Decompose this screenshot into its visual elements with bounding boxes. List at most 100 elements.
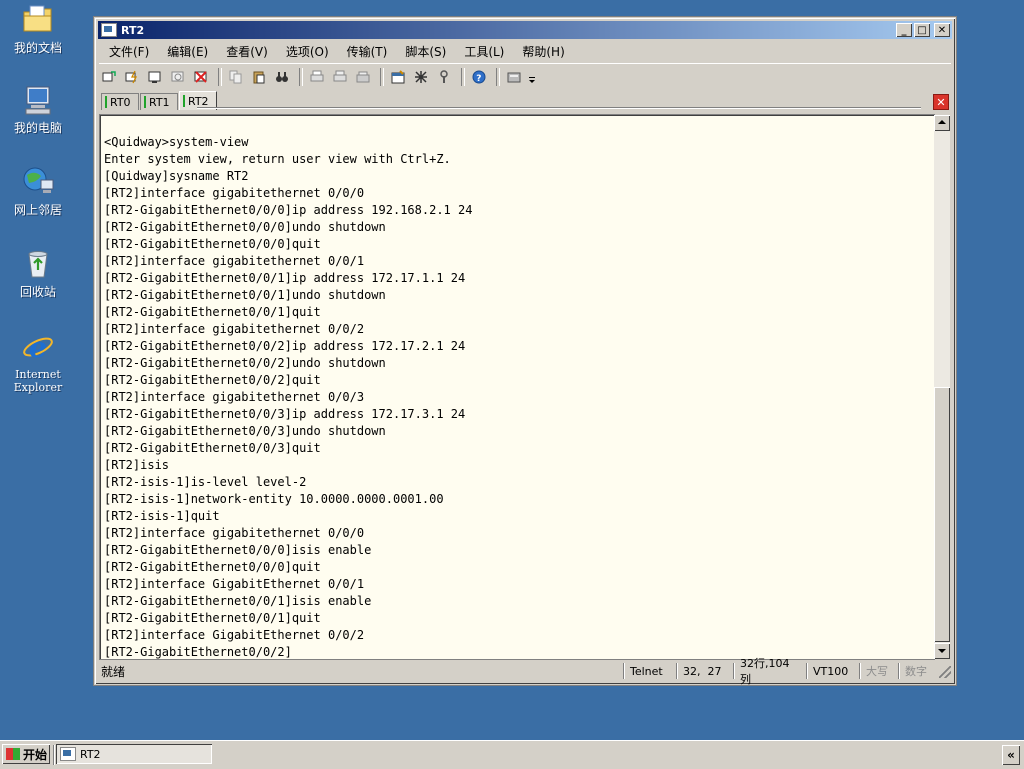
title-bar[interactable]: RT2 _ □ ✕ xyxy=(98,21,952,39)
close-button[interactable]: ✕ xyxy=(934,23,950,37)
disconnect-button[interactable] xyxy=(191,67,211,87)
terminal-line: [RT2]interface gigabitethernet 0/0/0 xyxy=(104,186,365,200)
terminal-line: [RT2-GigabitEthernet0/0/0]undo shutdown xyxy=(104,220,386,234)
menu-file[interactable]: 文件(F) xyxy=(99,43,158,60)
terminal-line: [RT2]interface GigabitEthernet 0/0/2 xyxy=(104,628,365,642)
desktop-icon-my-documents[interactable]: 我的文档 xyxy=(8,4,68,55)
tab-rt0[interactable]: RT0 xyxy=(101,93,139,110)
quick-connect-button[interactable] xyxy=(122,67,142,87)
terminal-line: [RT2-GigabitEthernet0/0/2] xyxy=(104,645,292,659)
tab-rt1[interactable]: RT1 xyxy=(140,93,178,110)
terminal-line: [RT2]interface gigabitethernet 0/0/0 xyxy=(104,526,365,540)
terminal-line: [RT2]interface gigabitethernet 0/0/3 xyxy=(104,390,365,404)
tray-expand-button[interactable]: « xyxy=(1002,745,1020,765)
connect-button[interactable] xyxy=(99,67,119,87)
menu-transfer[interactable]: 传输(T) xyxy=(338,43,397,60)
desktop-icon-my-computer[interactable]: 我的电脑 xyxy=(8,84,68,135)
keyboard-icon xyxy=(507,72,521,83)
keymap-button[interactable] xyxy=(504,67,524,87)
terminal-line: [RT2-GigabitEthernet0/0/1]quit xyxy=(104,305,321,319)
scroll-down-button[interactable] xyxy=(934,643,950,659)
terminal-line: [RT2-GigabitEthernet0/0/3]ip address 172… xyxy=(104,407,466,421)
status-bar: 就绪 Telnet 32, 27 32行,104列 VT100 大写 数字 xyxy=(99,657,951,686)
menu-tools[interactable]: 工具(L) xyxy=(455,43,513,60)
desktop-icon-internet-explorer[interactable]: e Internet Explorer xyxy=(8,330,68,394)
tab-status-indicator xyxy=(144,96,146,108)
terminal-output[interactable]: <Quidway>system-view Enter system view, r… xyxy=(99,114,935,660)
window-controls: _ □ ✕ xyxy=(896,23,950,37)
status-cursor: 32, 27 xyxy=(676,663,733,679)
print-screen-button[interactable] xyxy=(353,67,373,87)
toolbar-overflow-button[interactable] xyxy=(527,67,537,87)
print-selection-button[interactable] xyxy=(330,67,350,87)
connect-tab-icon xyxy=(148,71,161,83)
disconnect-icon xyxy=(194,71,207,83)
terminal-line: [RT2]interface gigabitethernet 0/0/1 xyxy=(104,254,365,268)
tab-strip-divider xyxy=(197,107,921,109)
terminal-line: [RT2-GigabitEthernet0/0/2]quit xyxy=(104,373,321,387)
app-icon xyxy=(60,747,76,761)
folder-docs-icon xyxy=(21,4,55,38)
resize-grip[interactable] xyxy=(937,664,951,678)
terminal-line: [RT2-GigabitEthernet0/0/3]quit xyxy=(104,441,321,455)
toolbar-separator xyxy=(461,68,465,86)
terminal-line: [RT2]isis xyxy=(104,458,170,472)
menu-options[interactable]: 选项(O) xyxy=(277,43,338,60)
menu-help[interactable]: 帮助(H) xyxy=(513,43,573,60)
chevron-down-icon xyxy=(529,77,535,83)
desktop-icon-network[interactable]: 网上邻居 xyxy=(8,166,68,217)
start-label: 开始 xyxy=(23,747,48,762)
svg-text:?: ? xyxy=(476,74,481,84)
help-button[interactable]: ? xyxy=(469,67,489,87)
paste-button[interactable] xyxy=(249,67,269,87)
status-emulation: VT100 xyxy=(806,663,859,679)
menu-edit[interactable]: 编辑(E) xyxy=(158,43,217,60)
desktop-icon-recycle-bin[interactable]: 回收站 xyxy=(8,248,68,299)
copy-button[interactable] xyxy=(226,67,246,87)
status-ready: 就绪 xyxy=(101,664,126,679)
status-size: 32行,104列 xyxy=(733,657,806,686)
reconnect-icon xyxy=(171,71,184,82)
maximize-button[interactable]: □ xyxy=(914,23,930,37)
terminal-line: [RT2-isis-1]is-level level-2 xyxy=(104,475,307,489)
taskbar-item-rt2[interactable]: RT2 xyxy=(56,744,212,764)
menu-script[interactable]: 脚本(S) xyxy=(396,43,455,60)
tab-label: RT2 xyxy=(188,94,209,108)
session-options-icon xyxy=(391,70,405,84)
tab-label: RT0 xyxy=(110,95,131,109)
start-button[interactable]: 开始 xyxy=(2,744,50,764)
windows-logo-icon xyxy=(6,748,20,760)
menu-bar: 文件(F) 编辑(E) 查看(V) 选项(O) 传输(T) 脚本(S) 工具(L… xyxy=(99,41,951,61)
menu-view[interactable]: 查看(V) xyxy=(217,43,277,60)
ie-icon: e xyxy=(21,330,55,364)
terminal-line: [RT2-GigabitEthernet0/0/0]ip address 192… xyxy=(104,203,473,217)
vertical-scrollbar[interactable] xyxy=(934,115,950,659)
status-protocol: Telnet xyxy=(623,663,676,679)
reconnect-button[interactable] xyxy=(168,67,188,87)
connect-icon xyxy=(102,71,116,82)
session-options-button[interactable] xyxy=(388,67,408,87)
print-selection-icon xyxy=(333,70,347,82)
print-button[interactable] xyxy=(307,67,327,87)
terminal-line: [RT2-isis-1]quit xyxy=(104,509,220,523)
tab-status-indicator xyxy=(183,95,185,107)
find-button[interactable] xyxy=(272,67,292,87)
toolbar-separator xyxy=(496,68,500,86)
global-options-button[interactable] xyxy=(411,67,431,87)
terminal-line: [RT2-GigabitEthernet0/0/2]ip address 172… xyxy=(104,339,466,353)
quick-connect-icon xyxy=(125,70,138,84)
terminal-line: [RT2-GigabitEthernet0/0/1]isis enable xyxy=(104,594,372,608)
terminal-line: Enter system view, return user view with… xyxy=(104,152,451,166)
scroll-thumb[interactable] xyxy=(934,387,950,642)
toolbar-separator xyxy=(218,68,222,86)
scroll-up-button[interactable] xyxy=(934,115,950,131)
close-tab-button[interactable]: ✕ xyxy=(933,94,949,110)
recycle-bin-icon xyxy=(21,248,55,282)
minimize-button[interactable]: _ xyxy=(896,23,912,37)
key-manager-button[interactable] xyxy=(434,67,454,87)
status-caps: 大写 xyxy=(859,663,898,679)
desktop-icon-label: 我的文档 xyxy=(13,41,62,55)
terminal-line: [RT2-GigabitEthernet0/0/0]quit xyxy=(104,237,321,251)
taskbar-item-label: RT2 xyxy=(80,747,101,761)
connect-tab-button[interactable] xyxy=(145,67,165,87)
